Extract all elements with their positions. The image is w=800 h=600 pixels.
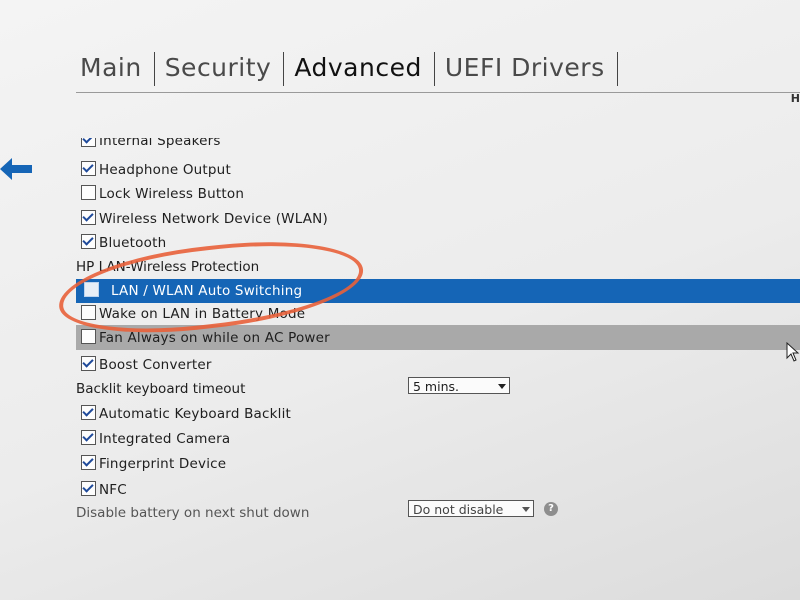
help-icon[interactable]: ? [544, 502, 558, 516]
checkbox-wlan[interactable]: Wireless Network Device (WLAN) [76, 208, 328, 230]
checkbox-label: Headphone Output [99, 162, 231, 178]
checkbox-nfc[interactable]: NFC [76, 479, 127, 501]
checkbox-icon[interactable] [81, 210, 96, 225]
checkbox-icon[interactable] [81, 405, 96, 420]
checkbox-label: NFC [99, 482, 127, 498]
checkbox-headphone-output[interactable]: Headphone Output [76, 159, 231, 181]
mouse-cursor-icon [786, 342, 800, 362]
corner-text: H [790, 92, 800, 105]
backlit-timeout-label: Backlit keyboard timeout [76, 381, 246, 397]
checkbox-internal-speakers[interactable]: Internal Speakers [76, 138, 221, 150]
back-arrow-icon[interactable] [0, 158, 32, 180]
checkbox-icon[interactable] [81, 185, 96, 200]
disable-battery-select[interactable]: Do not disable [408, 500, 534, 517]
checkbox-fingerprint-device[interactable]: Fingerprint Device [76, 453, 226, 475]
tab-divider [76, 92, 800, 93]
checkbox-label: Lock Wireless Button [99, 186, 245, 202]
tab-uefi-drivers[interactable]: UEFI Drivers [443, 50, 607, 86]
checkbox-label: Wireless Network Device (WLAN) [99, 211, 328, 227]
tab-separator [153, 52, 155, 86]
checkbox-bluetooth[interactable]: Bluetooth [76, 232, 166, 254]
checkbox-icon[interactable] [81, 356, 96, 371]
tab-advanced[interactable]: Advanced [292, 50, 424, 86]
checkbox-label: Boost Converter [99, 357, 212, 373]
checkbox-automatic-keyboard-backlit[interactable]: Automatic Keyboard Backlit [76, 403, 291, 425]
checkbox-icon[interactable] [81, 481, 96, 496]
checkbox-label: Fan Always on while on AC Power [99, 330, 330, 346]
checkbox-label: Automatic Keyboard Backlit [99, 406, 292, 422]
checkbox-icon[interactable] [81, 329, 96, 344]
checkbox-icon[interactable] [81, 138, 96, 147]
chevron-down-icon [498, 384, 506, 389]
disable-battery-label: Disable battery on next shut down [76, 505, 310, 521]
backlit-timeout-select[interactable]: 5 mins. [408, 377, 510, 394]
checkbox-label: Internal Speakers [99, 138, 221, 149]
tab-main[interactable]: Main [78, 50, 144, 86]
tab-separator [616, 52, 618, 86]
checkbox-icon[interactable] [81, 161, 96, 176]
checkbox-icon[interactable] [81, 234, 96, 249]
tab-bar: Main Security Advanced UEFI Drivers [78, 50, 626, 86]
select-value: Do not disable [413, 502, 504, 517]
tab-security[interactable]: Security [163, 50, 274, 86]
select-value: 5 mins. [413, 379, 459, 394]
chevron-down-icon [522, 507, 530, 512]
checkbox-label: Integrated Camera [99, 431, 231, 447]
tab-separator [433, 52, 435, 86]
checkbox-lock-wireless-button[interactable]: Lock Wireless Button [76, 183, 244, 205]
checkbox-icon[interactable] [81, 455, 96, 470]
checkbox-icon[interactable] [81, 430, 96, 445]
checkbox-label: Fingerprint Device [99, 456, 227, 472]
checkbox-label: Bluetooth [99, 235, 167, 251]
checkbox-integrated-camera[interactable]: Integrated Camera [76, 428, 230, 450]
checkbox-boost-converter[interactable]: Boost Converter [76, 354, 212, 376]
tab-separator [283, 52, 285, 86]
